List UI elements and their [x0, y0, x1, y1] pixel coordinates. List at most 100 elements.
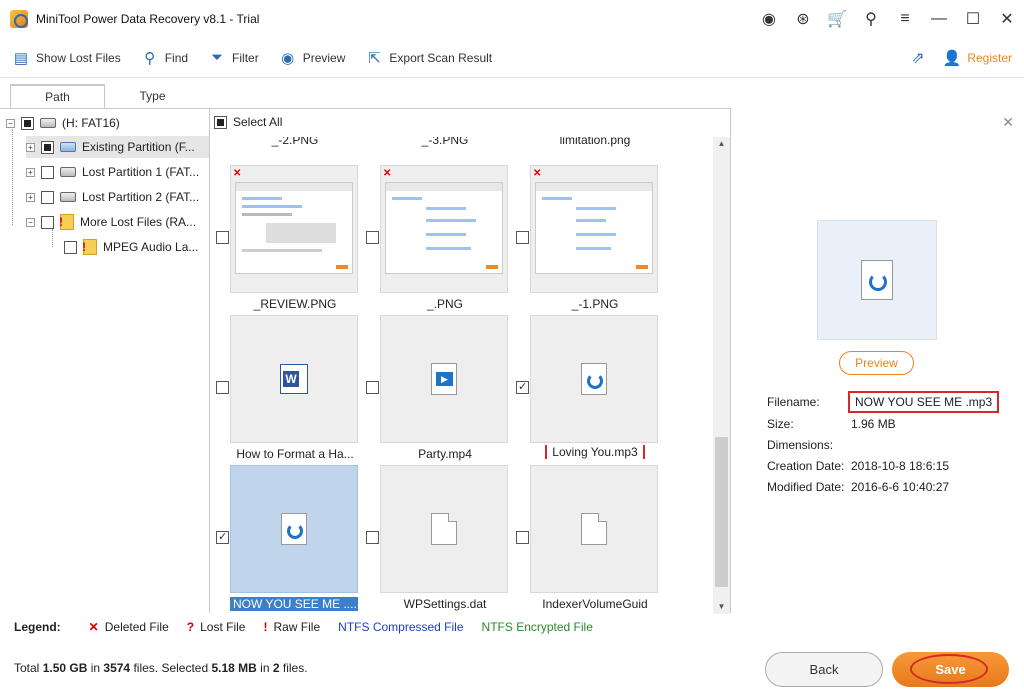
root-checkbox[interactable] — [21, 116, 34, 130]
audio-file-icon — [581, 363, 607, 395]
export-scan-result-button[interactable]: ⇱ Export Scan Result — [353, 38, 500, 78]
show-lost-files-button[interactable]: ▤ Show Lost Files — [0, 38, 129, 78]
filename-value: NOW YOU SEE ME .mp3 — [847, 391, 1000, 413]
tab-type[interactable]: Type — [105, 84, 200, 108]
file-tile[interactable]: ✕ _.PNG — [360, 165, 510, 315]
partition-icon — [60, 142, 76, 152]
file-tile[interactable]: How to Format a Ha... — [210, 315, 360, 465]
file-tile[interactable]: limitation.png — [510, 137, 660, 151]
search-icon: ⚲ — [144, 49, 156, 67]
legend-lost: ? Lost File — [186, 620, 246, 634]
tree-item-more-lost-files[interactable]: − More Lost Files (RA... — [26, 211, 196, 233]
word-document-icon — [280, 364, 308, 394]
app-logo-icon — [10, 10, 28, 28]
details-panel: ✕ Preview Filename: NOW YOU SEE ME .mp3 S… — [731, 108, 1024, 613]
deleted-mark-icon: ✕ — [88, 620, 99, 634]
file-tile[interactable]: Loving You.mp3 — [510, 315, 660, 465]
file-checkbox[interactable] — [516, 231, 529, 244]
file-checkbox[interactable] — [366, 531, 379, 544]
drive-icon — [40, 118, 56, 128]
scroll-thumb[interactable] — [715, 437, 728, 587]
expand-icon[interactable]: + — [26, 142, 35, 152]
existing-partition-checkbox[interactable] — [41, 140, 54, 154]
filter-button[interactable]: ⏷ Filter — [196, 38, 267, 78]
export-icon: ⇱ — [368, 49, 381, 67]
file-checkbox[interactable] — [216, 530, 229, 544]
file-tile[interactable]: _-2.PNG — [210, 137, 360, 151]
file-checkbox[interactable] — [516, 531, 529, 544]
lost-folder-icon — [82, 239, 97, 255]
select-all[interactable]: Select All — [214, 115, 282, 129]
legend-ntfs-encrypted: NTFS Encrypted File — [481, 620, 593, 634]
scroll-up-icon[interactable]: ▲ — [713, 137, 730, 151]
eye-icon: ◉ — [281, 49, 295, 67]
file-tile[interactable]: Party.mp4 — [360, 315, 510, 465]
modified-date-row: Modified Date: 2016-6-6 10:40:27 — [767, 480, 950, 494]
partition-icon — [60, 167, 76, 177]
file-checkbox[interactable] — [216, 381, 229, 394]
key-icon[interactable]: ⚲ — [854, 0, 888, 38]
back-button[interactable]: Back — [765, 652, 883, 687]
tree-item-lost-partition-1[interactable]: + Lost Partition 1 (FAT... — [26, 161, 199, 183]
preview-button[interactable]: Preview — [839, 351, 914, 375]
file-tile[interactable]: ✕ _-1.PNG — [510, 165, 660, 315]
tree-item-lost-partition-2[interactable]: + Lost Partition 2 (FAT... — [26, 186, 199, 208]
file-grid-panel: Select All _-2.PNG _-3.PNG limitation.pn… — [210, 108, 731, 614]
expand-icon[interactable]: + — [26, 167, 35, 177]
preview-toolbar-button[interactable]: ◉ Preview — [267, 38, 354, 78]
close-button[interactable]: ✕ — [990, 0, 1024, 38]
filename-row: Filename: NOW YOU SEE ME .mp3 — [767, 391, 1000, 413]
lost-partition-1-checkbox[interactable] — [41, 165, 54, 179]
scroll-down-icon[interactable]: ▼ — [713, 600, 730, 614]
mpeg-audio-checkbox[interactable] — [64, 240, 77, 254]
expand-icon[interactable]: + — [26, 192, 35, 202]
minimize-button[interactable]: — — [922, 0, 956, 38]
share-icon[interactable]: ⇗ — [911, 48, 924, 68]
cart-icon[interactable]: 🛒 — [820, 0, 854, 38]
lost-files-icon: ▤ — [13, 49, 29, 67]
grid-scrollbar[interactable]: ▲ ▼ — [713, 137, 730, 614]
size-row: Size: 1.96 MB — [767, 417, 896, 431]
deleted-mark-icon: ✕ — [233, 168, 242, 179]
audio-file-icon — [281, 513, 307, 545]
generic-file-icon — [581, 513, 607, 545]
file-tile[interactable]: ✕ _REVIEW.PNG — [210, 165, 360, 315]
file-tile[interactable]: IndexerVolumeGuid — [510, 465, 660, 614]
creation-date-value: 2018-10-8 18:6:15 — [851, 459, 950, 473]
tree-item-existing-partition[interactable]: + Existing Partition (F... — [26, 136, 209, 158]
file-tile[interactable]: WPSettings.dat — [360, 465, 510, 614]
save-button[interactable]: Save — [892, 652, 1009, 687]
file-tile-selected[interactable]: NOW YOU SEE ME .... — [210, 465, 360, 614]
file-checkbox[interactable] — [216, 231, 229, 244]
file-checkbox[interactable] — [366, 231, 379, 244]
file-tile[interactable]: _-3.PNG — [360, 137, 510, 151]
menu-icon[interactable]: ≡ — [888, 0, 922, 38]
legend-raw: ! Raw File — [263, 620, 321, 634]
toolbar: ▤ Show Lost Files ⚲ Find ⏷ Filter ◉ Prev… — [0, 38, 1024, 78]
tree-item-mpeg-audio[interactable]: MPEG Audio La... — [64, 236, 198, 258]
lost-folder-icon — [59, 214, 74, 230]
status-text: Total 1.50 GB in 3574 files. Selected 5.… — [14, 661, 308, 675]
select-all-checkbox[interactable] — [214, 115, 227, 129]
support-icon[interactable]: ⊛ — [786, 0, 820, 38]
audio-file-icon — [861, 260, 893, 300]
legend-title: Legend: — [14, 620, 61, 634]
maximize-button[interactable]: ☐ — [956, 0, 990, 38]
tree-item-root[interactable]: − (H: FAT16) — [6, 112, 120, 134]
question-mark-icon: ? — [186, 620, 195, 634]
window-title: MiniTool Power Data Recovery v8.1 - Tria… — [36, 12, 260, 26]
find-button[interactable]: ⚲ Find — [129, 38, 196, 78]
collapse-icon[interactable]: − — [26, 217, 35, 227]
more-lost-files-checkbox[interactable] — [41, 215, 54, 229]
disk-icon[interactable]: ◉ — [752, 0, 786, 38]
register-button[interactable]: 👤 Register — [943, 49, 1012, 67]
tab-path[interactable]: Path — [10, 84, 105, 108]
file-checkbox[interactable] — [516, 380, 529, 394]
close-icon[interactable]: ✕ — [1002, 114, 1014, 131]
lost-partition-2-checkbox[interactable] — [41, 190, 54, 204]
collapse-icon[interactable]: − — [6, 118, 15, 128]
generic-file-icon — [431, 513, 457, 545]
file-checkbox[interactable] — [366, 381, 379, 394]
creation-date-row: Creation Date: 2018-10-8 18:6:15 — [767, 459, 950, 473]
highlight-ring — [910, 654, 988, 684]
